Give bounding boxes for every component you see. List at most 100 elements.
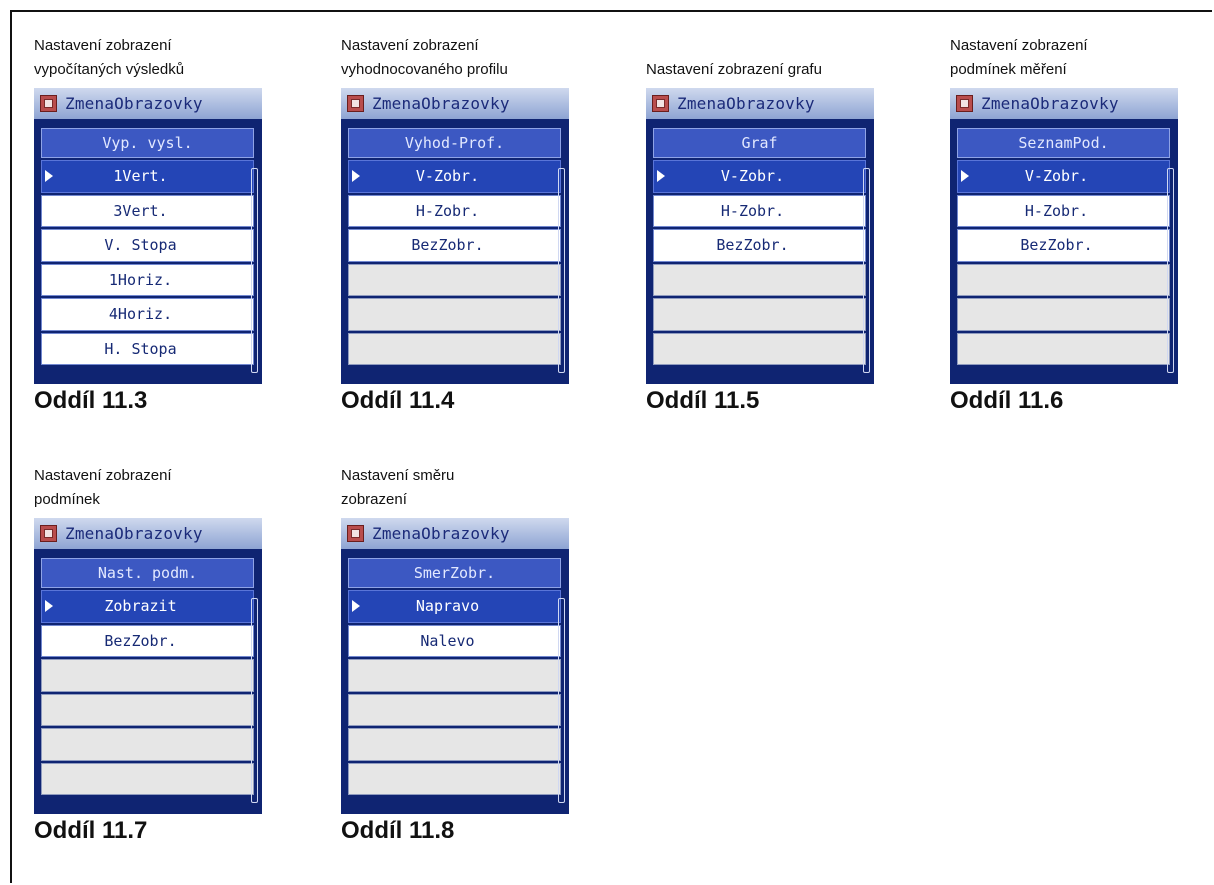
option-list: Graf V-Zobr. H-Zobr. BezZobr. — [653, 128, 866, 365]
list-header: Vyhod-Prof. — [348, 128, 561, 158]
window-title: ZmenaObrazovky — [677, 94, 815, 113]
list-item-empty — [41, 762, 254, 795]
list-item[interactable]: V-Zobr. — [957, 160, 1170, 193]
list-header: SmerZobr. — [348, 558, 561, 588]
caption-line: vyhodnocovaného profilu — [341, 61, 508, 78]
list-item[interactable]: BezZobr. — [41, 624, 254, 657]
list-item-empty — [957, 332, 1170, 365]
list-item-empty — [653, 332, 866, 365]
scrollbar[interactable] — [863, 168, 870, 373]
device-screen: ZmenaObrazovky SmerZobr. Napravo Nalevo — [341, 518, 569, 814]
caption-line: Nastavení zobrazení grafu — [646, 61, 822, 78]
list-header: Graf — [653, 128, 866, 158]
scrollbar[interactable] — [558, 598, 565, 803]
list-item[interactable]: BezZobr. — [348, 229, 561, 262]
list-item-label: H-Zobr. — [415, 201, 480, 220]
scrollbar[interactable] — [251, 168, 258, 373]
window-titlebar: ZmenaObrazovky — [341, 518, 569, 549]
section-label: Oddíl 11.5 — [646, 387, 760, 414]
caption-line: podmínek měření — [950, 61, 1067, 78]
caption-line: Nastavení směru — [341, 467, 455, 484]
list-item-empty — [957, 298, 1170, 331]
screen-panel-3: Nastavení zobrazení grafu ZmenaObrazovky G… — [646, 34, 874, 416]
list-item-empty — [41, 693, 254, 726]
window-title: ZmenaObrazovky — [372, 524, 510, 543]
list-item[interactable]: BezZobr. — [653, 229, 866, 262]
selection-cursor-icon — [45, 600, 53, 613]
window-titlebar: ZmenaObrazovky — [646, 88, 874, 119]
list-item[interactable]: V. Stopa — [41, 229, 254, 262]
device-screen: ZmenaObrazovky Nast. podm. Zobrazit BezZobr… — [34, 518, 262, 814]
section-label: Oddíl 11.7 — [34, 817, 148, 844]
window-titlebar: ZmenaObrazovky — [950, 88, 1178, 119]
list-item-label: BezZobr. — [411, 236, 484, 255]
list-item-label: Nalevo — [420, 631, 475, 650]
panel-caption: Nastavení směru zobrazení — [341, 464, 569, 512]
screen-panel-4: Nastavení zobrazení podmínek měření ZmenaO… — [950, 34, 1178, 416]
selection-cursor-icon — [657, 170, 665, 183]
caption-line: Nastavení zobrazení — [34, 37, 172, 54]
list-item[interactable]: Napravo — [348, 590, 561, 623]
scrollbar[interactable] — [558, 168, 565, 373]
caption-line: Nastavení zobrazení — [950, 37, 1088, 54]
list-item[interactable]: 1Vert. — [41, 160, 254, 193]
app-icon — [40, 525, 57, 542]
list-item-label: H. Stopa — [104, 339, 177, 358]
list-item[interactable]: H-Zobr. — [348, 194, 561, 227]
list-item-empty — [653, 263, 866, 296]
screen-panel-5: Nastavení zobrazení podmínek ZmenaObrazovk… — [34, 464, 262, 846]
section-label: Oddíl 11.6 — [950, 387, 1064, 414]
app-icon — [40, 95, 57, 112]
list-item[interactable]: 1Horiz. — [41, 263, 254, 296]
section-label: Oddíl 11.4 — [341, 387, 455, 414]
list-item-empty — [653, 298, 866, 331]
list-item-empty — [348, 332, 561, 365]
panel-caption: Nastavení zobrazení grafu — [646, 34, 874, 82]
window-titlebar: ZmenaObrazovky — [34, 88, 262, 119]
list-item[interactable]: H. Stopa — [41, 332, 254, 365]
list-header: SeznamPod. — [957, 128, 1170, 158]
window-title: ZmenaObrazovky — [65, 524, 203, 543]
window-title: ZmenaObrazovky — [372, 94, 510, 113]
list-item[interactable]: Nalevo — [348, 624, 561, 657]
selection-cursor-icon — [352, 600, 360, 613]
list-item[interactable]: 4Horiz. — [41, 298, 254, 331]
list-item-label: V-Zobr. — [1024, 167, 1089, 186]
list-item-label: BezZobr. — [716, 236, 789, 255]
list-item[interactable]: BezZobr. — [957, 229, 1170, 262]
list-item-empty — [957, 263, 1170, 296]
list-header: Nast. podm. — [41, 558, 254, 588]
window-titlebar: ZmenaObrazovky — [34, 518, 262, 549]
screen-panel-1: Nastavení zobrazení vypočítaných výsledků… — [34, 34, 262, 416]
list-item-label: V. Stopa — [104, 236, 177, 255]
panel-caption: Nastavení zobrazení podmínek — [34, 464, 262, 512]
screen-panel-6: Nastavení směru zobrazení ZmenaObrazovky Sm… — [341, 464, 569, 846]
list-item-label: 1Horiz. — [108, 270, 173, 289]
section-label: Oddíl 11.3 — [34, 387, 148, 414]
option-list: SmerZobr. Napravo Nalevo — [348, 558, 561, 795]
list-item[interactable]: V-Zobr. — [653, 160, 866, 193]
list-item-empty — [348, 659, 561, 692]
list-item-empty — [348, 298, 561, 331]
list-item[interactable]: H-Zobr. — [957, 194, 1170, 227]
list-item-label: BezZobr. — [104, 631, 177, 650]
list-item-label: 3Vert. — [113, 201, 168, 220]
caption-line: Nastavení zobrazení — [34, 467, 172, 484]
option-list: SeznamPod. V-Zobr. H-Zobr. BezZobr. — [957, 128, 1170, 365]
list-item-empty — [348, 263, 561, 296]
scrollbar[interactable] — [1167, 168, 1174, 373]
list-item[interactable]: H-Zobr. — [653, 194, 866, 227]
list-item-label: BezZobr. — [1020, 236, 1093, 255]
section-label: Oddíl 11.8 — [341, 817, 455, 844]
scrollbar[interactable] — [251, 598, 258, 803]
app-icon — [347, 525, 364, 542]
list-item-empty — [348, 728, 561, 761]
list-item[interactable]: V-Zobr. — [348, 160, 561, 193]
selection-cursor-icon — [352, 170, 360, 183]
list-item-label: 4Horiz. — [108, 305, 173, 324]
window-titlebar: ZmenaObrazovky — [341, 88, 569, 119]
screen-panel-2: Nastavení zobrazení vyhodnocovaného profi… — [341, 34, 569, 416]
list-item[interactable]: 3Vert. — [41, 194, 254, 227]
list-item[interactable]: Zobrazit — [41, 590, 254, 623]
panel-caption: Nastavení zobrazení vypočítaných výsledků — [34, 34, 262, 82]
